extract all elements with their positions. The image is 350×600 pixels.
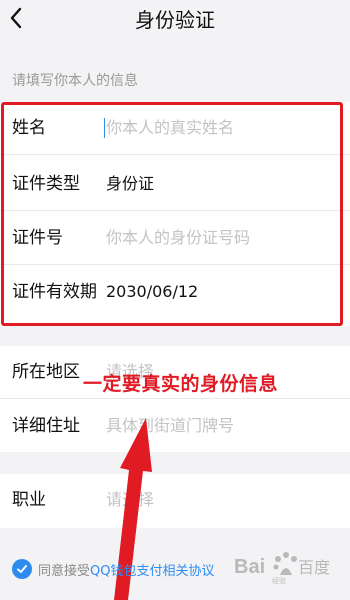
identity-group: 姓名 你本人的真实姓名 证件类型 身份证 证件号 你本人的身份证号码 证件有效期…	[0, 102, 350, 326]
baidu-watermark-logo: Bai 百度 经验	[234, 552, 330, 585]
address-label: 详细住址	[12, 416, 80, 436]
text-cursor	[104, 118, 105, 138]
page-title: 身份验证	[135, 8, 215, 32]
agreement-prefix: 同意接受	[38, 563, 91, 579]
region-label: 所在地区	[12, 362, 80, 382]
address-input[interactable]: 具体到街道门牌号	[106, 400, 234, 452]
agreement-link[interactable]: QQ钱包支付相关协议	[90, 560, 214, 579]
name-input[interactable]: 你本人的真实姓名	[106, 102, 234, 154]
occupation-group: 职业 请选择	[0, 474, 350, 528]
agreement-checkbox[interactable]	[12, 559, 32, 579]
top-bar: 身份验证	[0, 0, 350, 38]
occupation-select[interactable]: 请选择	[106, 474, 154, 526]
id-expiry-label: 证件有效期	[12, 282, 97, 302]
section-hint: 请填写你本人的信息	[12, 73, 138, 89]
name-row[interactable]: 姓名 你本人的真实姓名	[0, 102, 350, 155]
id-type-label: 证件类型	[12, 174, 80, 194]
svg-text:Bai: Bai	[234, 556, 265, 578]
id-number-row[interactable]: 证件号 你本人的身份证号码	[0, 212, 350, 265]
id-expiry-row[interactable]: 证件有效期 2030/06/12	[0, 266, 350, 318]
check-icon	[17, 565, 27, 573]
id-number-label: 证件号	[12, 228, 63, 248]
name-label: 姓名	[12, 118, 46, 138]
id-type-row[interactable]: 证件类型 身份证	[0, 158, 350, 211]
svg-text:经验: 经验	[272, 576, 286, 585]
occupation-label: 职业	[12, 490, 46, 510]
address-group: 所在地区 请选择 详细住址 具体到街道门牌号	[0, 346, 350, 452]
id-expiry-value[interactable]: 2030/06/12	[106, 266, 198, 318]
agreement-row: 同意接受 QQ钱包支付相关协议	[12, 557, 214, 581]
annotation-text: 一定要真实的身份信息	[83, 373, 279, 395]
id-number-input[interactable]: 你本人的身份证号码	[106, 212, 250, 264]
occupation-row[interactable]: 职业 请选择	[0, 474, 350, 526]
address-row[interactable]: 详细住址 具体到街道门牌号	[0, 400, 350, 452]
id-type-value[interactable]: 身份证	[106, 158, 154, 210]
svg-text:百度: 百度	[298, 558, 330, 577]
